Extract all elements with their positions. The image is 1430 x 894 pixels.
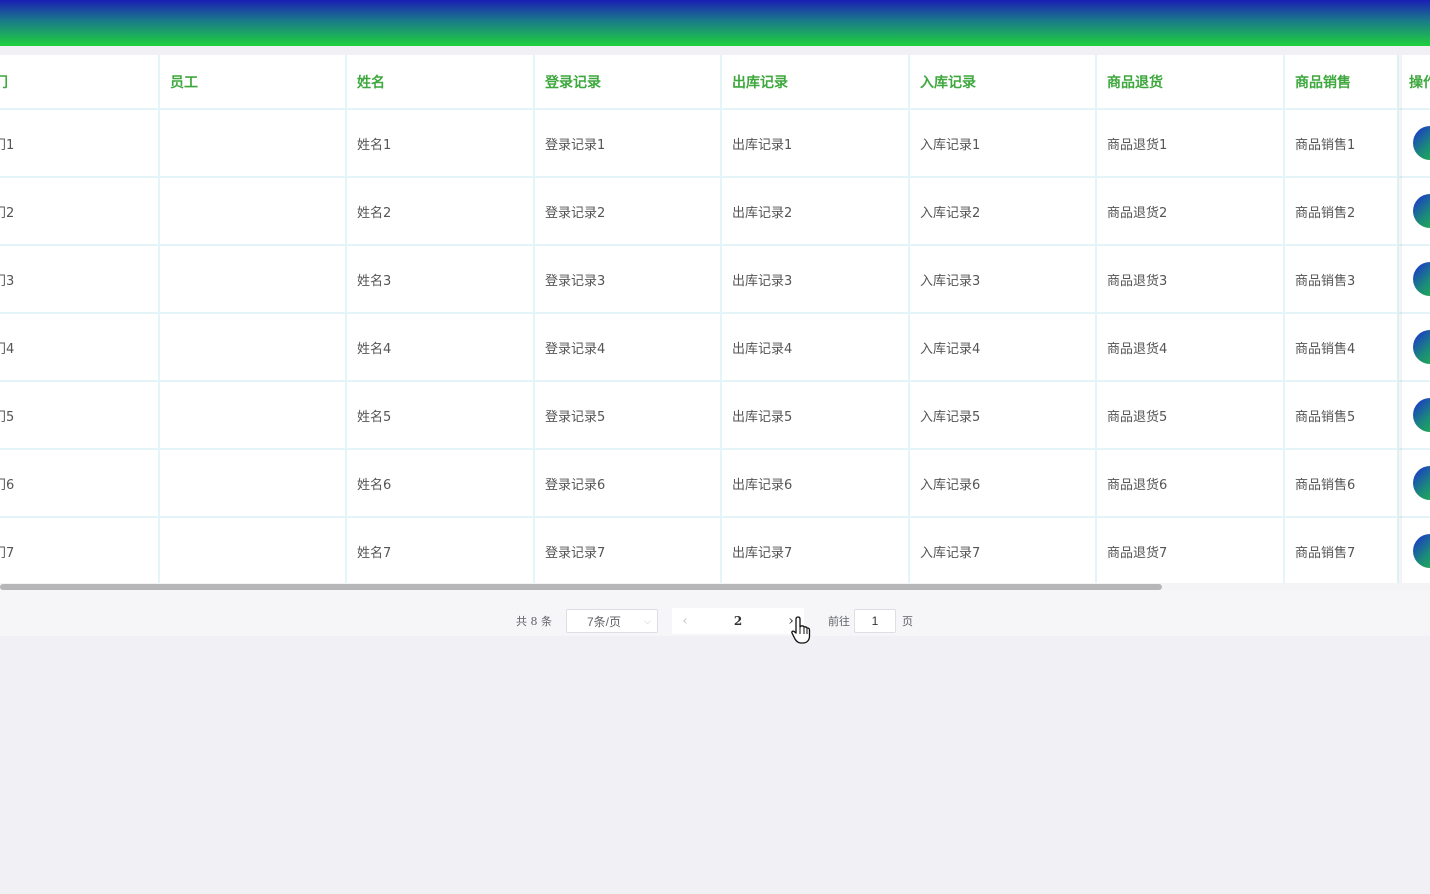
table-cell-inbound: 入库记录3	[910, 246, 1097, 314]
table-cell-inbound: 入库记录7	[910, 518, 1097, 586]
table-cell-actions	[1399, 246, 1430, 314]
table-cell-login: 登录记录5	[535, 382, 722, 450]
table-cell-dept: 部门4	[0, 314, 160, 382]
table-cell-outbound: 出库记录2	[722, 178, 910, 246]
table-cell-login: 登录记录4	[535, 314, 722, 382]
row-action-button[interactable]	[1413, 126, 1430, 160]
table-cell-staff	[160, 178, 347, 246]
prev-page-button[interactable]: ‹	[672, 608, 698, 634]
table-cell-staff	[160, 246, 347, 314]
table-cell-outbound: 出库记录1	[722, 110, 910, 178]
table-cell-outbound: 出库记录6	[722, 450, 910, 518]
table-cell-returns: 商品退货5	[1097, 382, 1285, 450]
table-cell-outbound: 出库记录7	[722, 518, 910, 586]
total-count: 共 8 条	[516, 615, 552, 628]
goto-page-input[interactable]: 1	[854, 609, 896, 633]
fixed-column-shadow	[1396, 55, 1402, 590]
col-header-sales: 商品销售	[1285, 55, 1399, 110]
table-cell-actions	[1399, 518, 1430, 586]
table-cell-inbound: 入库记录6	[910, 450, 1097, 518]
col-header-outbound: 出库记录	[722, 55, 910, 110]
data-table: 部门员工姓名登录记录出库记录入库记录商品退货商品销售操作部门1姓名1登录记录1出…	[0, 55, 1430, 590]
table-cell-returns: 商品退货6	[1097, 450, 1285, 518]
table-cell-staff	[160, 450, 347, 518]
table-cell-name: 姓名6	[347, 450, 535, 518]
table-cell-actions	[1399, 110, 1430, 178]
pagination: 共 8 条 7条/页 ⌵ ‹ 2 › 前往 1 页	[516, 608, 913, 634]
table-cell-sales: 商品销售1	[1285, 110, 1399, 178]
page-suffix-label: 页	[902, 615, 913, 628]
table-cell-dept: 部门6	[0, 450, 160, 518]
table-cell-dept: 部门2	[0, 178, 160, 246]
table-cell-sales: 商品销售6	[1285, 450, 1399, 518]
table-cell-login: 登录记录6	[535, 450, 722, 518]
chevron-left-icon: ‹	[682, 613, 688, 629]
row-action-button[interactable]	[1413, 398, 1430, 432]
chevron-down-icon: ⌵	[644, 615, 651, 626]
table-cell-actions	[1399, 178, 1430, 246]
table-cell-name: 姓名1	[347, 110, 535, 178]
table-cell-name: 姓名3	[347, 246, 535, 314]
table-cell-outbound: 出库记录3	[722, 246, 910, 314]
col-header-name: 姓名	[347, 55, 535, 110]
table-cell-name: 姓名7	[347, 518, 535, 586]
table-cell-login: 登录记录1	[535, 110, 722, 178]
table-cell-name: 姓名2	[347, 178, 535, 246]
goto-label: 前往	[828, 615, 850, 628]
table-cell-dept: 部门5	[0, 382, 160, 450]
top-header-bar	[0, 0, 1430, 46]
table-cell-returns: 商品退货2	[1097, 178, 1285, 246]
table-cell-login: 登录记录2	[535, 178, 722, 246]
table-cell-dept: 部门7	[0, 518, 160, 586]
table-cell-inbound: 入库记录2	[910, 178, 1097, 246]
col-header-login: 登录记录	[535, 55, 722, 110]
table-cell-actions	[1399, 450, 1430, 518]
row-action-button[interactable]	[1413, 262, 1430, 296]
table-cell-sales: 商品销售4	[1285, 314, 1399, 382]
table-cell-sales: 商品销售5	[1285, 382, 1399, 450]
table-cell-dept: 部门1	[0, 110, 160, 178]
table-cell-actions	[1399, 314, 1430, 382]
col-header-inbound: 入库记录	[910, 55, 1097, 110]
col-header-returns: 商品退货	[1097, 55, 1285, 110]
table-cell-login: 登录记录7	[535, 518, 722, 586]
table-cell-name: 姓名5	[347, 382, 535, 450]
table-cell-staff	[160, 518, 347, 586]
col-header-staff: 员工	[160, 55, 347, 110]
table-cell-staff	[160, 382, 347, 450]
page-size-select[interactable]: 7条/页 ⌵	[566, 609, 658, 633]
table-cell-staff	[160, 314, 347, 382]
table-cell-returns: 商品退货7	[1097, 518, 1285, 586]
col-header-dept: 部门	[0, 55, 160, 110]
table-cell-returns: 商品退货4	[1097, 314, 1285, 382]
table-cell-inbound: 入库记录5	[910, 382, 1097, 450]
row-action-button[interactable]	[1413, 194, 1430, 228]
table-cell-staff	[160, 110, 347, 178]
page-number-current[interactable]: 2	[698, 608, 778, 634]
table-cell-login: 登录记录3	[535, 246, 722, 314]
table-cell-dept: 部门3	[0, 246, 160, 314]
hand-pointer-cursor-icon	[791, 616, 811, 644]
table-cell-returns: 商品退货3	[1097, 246, 1285, 314]
table-cell-inbound: 入库记录1	[910, 110, 1097, 178]
table-cell-outbound: 出库记录4	[722, 314, 910, 382]
page-size-value: 7条/页	[587, 614, 622, 629]
table-cell-returns: 商品退货1	[1097, 110, 1285, 178]
row-action-button[interactable]	[1413, 534, 1430, 568]
table-cell-sales: 商品销售2	[1285, 178, 1399, 246]
table-cell-name: 姓名4	[347, 314, 535, 382]
table-cell-inbound: 入库记录4	[910, 314, 1097, 382]
table-cell-sales: 商品销售7	[1285, 518, 1399, 586]
table-cell-sales: 商品销售3	[1285, 246, 1399, 314]
table-cell-actions	[1399, 382, 1430, 450]
row-action-button[interactable]	[1413, 330, 1430, 364]
table-cell-outbound: 出库记录5	[722, 382, 910, 450]
table-grid: 部门员工姓名登录记录出库记录入库记录商品退货商品销售操作部门1姓名1登录记录1出…	[0, 55, 1430, 586]
row-action-button[interactable]	[1413, 466, 1430, 500]
col-header-actions: 操作	[1399, 55, 1430, 110]
